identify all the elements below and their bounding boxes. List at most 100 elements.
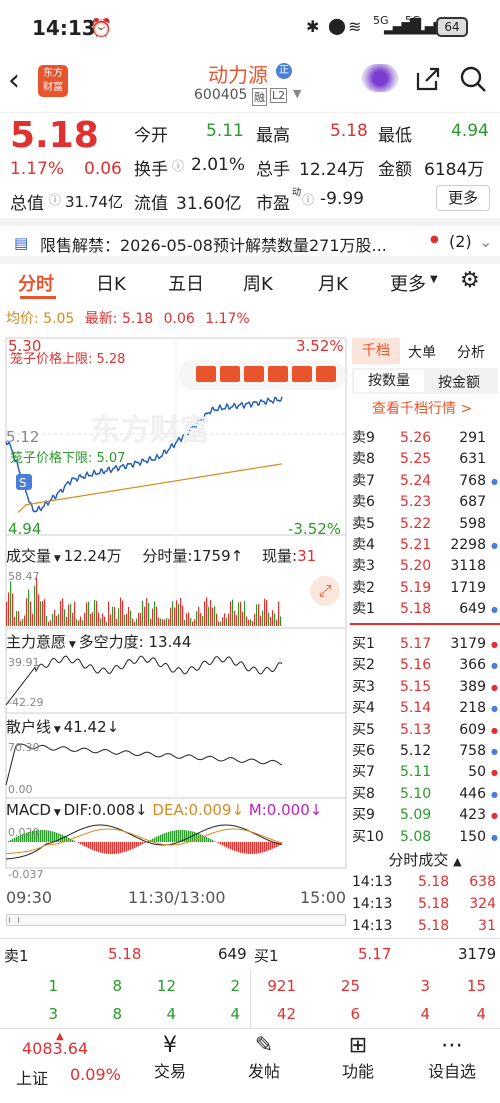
info-icon[interactable]: ⓘ xyxy=(49,191,61,208)
macd-bar xyxy=(138,842,140,847)
queue-cell: 12 xyxy=(156,977,176,995)
macd-bar xyxy=(178,830,180,842)
volume-bar xyxy=(170,607,172,626)
sell-row[interactable]: 卖1 5.18 649 ● xyxy=(350,599,500,620)
gear-icon[interactable]: ⚙ xyxy=(460,268,480,293)
macd-bar xyxy=(100,842,102,853)
volume-bar xyxy=(190,618,192,626)
volume-label[interactable]: 成交量 xyxy=(6,547,51,565)
volume-bar xyxy=(186,613,188,626)
search-icon[interactable] xyxy=(459,65,487,93)
tab-monthly[interactable]: 月K xyxy=(318,270,348,296)
tab-by-quantity[interactable]: 按数量 xyxy=(354,370,424,392)
sell-row[interactable]: 卖9 5.26 291 xyxy=(350,428,500,449)
macd-bar xyxy=(124,842,126,852)
macd-bar xyxy=(80,842,82,845)
tab-weekly[interactable]: 周K xyxy=(243,270,273,296)
low-label: 最低 xyxy=(378,126,412,146)
nav-watchlist[interactable]: ⋯ 设自选 xyxy=(402,1029,500,1082)
tab-fenshi[interactable]: 分时 xyxy=(18,270,54,296)
tab-dadan[interactable]: 大单 xyxy=(408,342,436,362)
macd-bar xyxy=(206,837,208,842)
time-scrollbar[interactable] xyxy=(6,914,346,926)
buy-row[interactable]: 买7 5.11 50 ● xyxy=(350,762,500,783)
market-cap-label: 总值 xyxy=(10,194,44,214)
sell-label: 卖6 xyxy=(352,494,375,511)
macd-bar xyxy=(232,842,234,851)
buy-price: 5.14 xyxy=(400,700,432,717)
edit-icon: ✎ xyxy=(254,1033,274,1058)
macd-bar xyxy=(104,842,106,854)
buy-label: 买1 xyxy=(352,636,375,652)
index-name[interactable]: 上证 xyxy=(16,1065,48,1089)
avatar[interactable] xyxy=(362,64,398,92)
sell-row[interactable]: 卖5 5.22 598 xyxy=(350,514,500,535)
tab-5day[interactable]: 五日 xyxy=(168,270,204,296)
nav-post[interactable]: ✎ 发帖 xyxy=(214,1029,314,1082)
buy-row[interactable]: 买9 5.09 423 ● xyxy=(350,805,500,826)
market-cap-value: 31.74亿 xyxy=(65,193,123,211)
zhuli-label[interactable]: 主力意愿 xyxy=(6,633,66,651)
sell-row[interactable]: 卖2 5.19 1719 xyxy=(350,578,500,599)
macd-bar xyxy=(144,842,146,843)
chevron-up-icon: ▲ xyxy=(453,855,462,868)
info-icon[interactable]: ⓘ xyxy=(172,157,184,174)
tab-by-amount[interactable]: 按金额 xyxy=(438,372,480,392)
expand-icon[interactable]: ⤢ xyxy=(310,576,340,606)
tab-more[interactable]: 更多 xyxy=(390,270,426,296)
ticks-title: 分时成交 xyxy=(388,851,449,869)
buy-row[interactable]: 买1 5.17 3179 ● xyxy=(350,634,500,655)
buy-row[interactable]: 买5 5.13 609 ● xyxy=(350,720,500,741)
tab-daily[interactable]: 日K xyxy=(96,270,126,296)
queue-cell: 6 xyxy=(350,1005,360,1023)
scroll-handle[interactable] xyxy=(9,917,19,923)
macd-bar xyxy=(254,842,256,854)
sell-row[interactable]: 卖8 5.25 631 xyxy=(350,449,500,470)
more-button[interactable]: 更多 xyxy=(436,185,490,211)
view-qiandang-link[interactable]: 查看千档行情 > xyxy=(372,398,472,418)
ticks-header[interactable]: 分时成交 ▲ xyxy=(350,849,500,870)
sell-row[interactable]: 卖4 5.21 2298 ● xyxy=(350,535,500,556)
sell-row[interactable]: 卖6 5.23 687 xyxy=(350,492,500,513)
macd-bar xyxy=(88,842,90,849)
chevron-down-icon[interactable]: ▼ xyxy=(293,87,301,100)
back-arrow-icon[interactable]: ‹ xyxy=(8,63,20,98)
sell-volume: 649 xyxy=(459,601,486,618)
now-label: 现量: xyxy=(262,547,298,565)
index-pct[interactable]: 0.09% xyxy=(70,1065,121,1084)
buy-label: 买3 xyxy=(352,678,375,695)
macd-bar xyxy=(114,842,116,854)
nav-label: 功能 xyxy=(341,1062,374,1081)
chevron-down-icon[interactable]: ⌄ xyxy=(479,232,492,251)
sell-row[interactable]: 卖3 5.20 3118 xyxy=(350,556,500,577)
nav-functions[interactable]: ⊞ 功能 xyxy=(308,1029,408,1082)
queue-cell: 4 xyxy=(476,1005,486,1023)
macd-bar xyxy=(250,842,252,854)
macd-bar xyxy=(248,842,250,854)
macd-bar xyxy=(48,830,50,842)
nav-trade[interactable]: ¥ 交易 xyxy=(120,1029,220,1082)
queue-cell: 4 xyxy=(230,1005,240,1023)
unlock-notice[interactable]: ▤ 限售解禁：2026-05-08预计解禁数量271万股... ● (2) ⌄ xyxy=(0,218,500,264)
macd-label[interactable]: MACD xyxy=(6,801,51,819)
avg-line xyxy=(17,463,283,513)
sanhu-label[interactable]: 散户线 xyxy=(6,718,51,736)
fen-label: 分时量: xyxy=(142,547,193,565)
location-icon: ⬤ xyxy=(328,16,346,35)
volume-bar xyxy=(202,616,204,626)
macd-bar xyxy=(12,838,14,842)
macd-bar xyxy=(40,830,42,842)
tab-fenxi[interactable]: 分析 xyxy=(457,342,485,362)
sell-price: 5.22 xyxy=(400,515,432,532)
buy-row[interactable]: 买8 5.10 446 ● xyxy=(350,784,500,805)
info-icon[interactable]: ⓘ xyxy=(302,191,314,208)
buy-row[interactable]: 买6 5.12 758 ● xyxy=(350,741,500,762)
sell-row[interactable]: 卖7 5.24 768 ● xyxy=(350,471,500,492)
tab-qiandang[interactable]: 千档 xyxy=(352,338,400,364)
volume-bar xyxy=(224,613,226,626)
buy-row[interactable]: 买10 5.08 150 ● xyxy=(350,827,500,848)
buy-row[interactable]: 买3 5.15 389 ● xyxy=(350,677,500,698)
share-icon[interactable] xyxy=(414,65,442,93)
buy-row[interactable]: 买4 5.14 218 ● xyxy=(350,698,500,719)
buy-row[interactable]: 买2 5.16 366 ● xyxy=(350,655,500,676)
